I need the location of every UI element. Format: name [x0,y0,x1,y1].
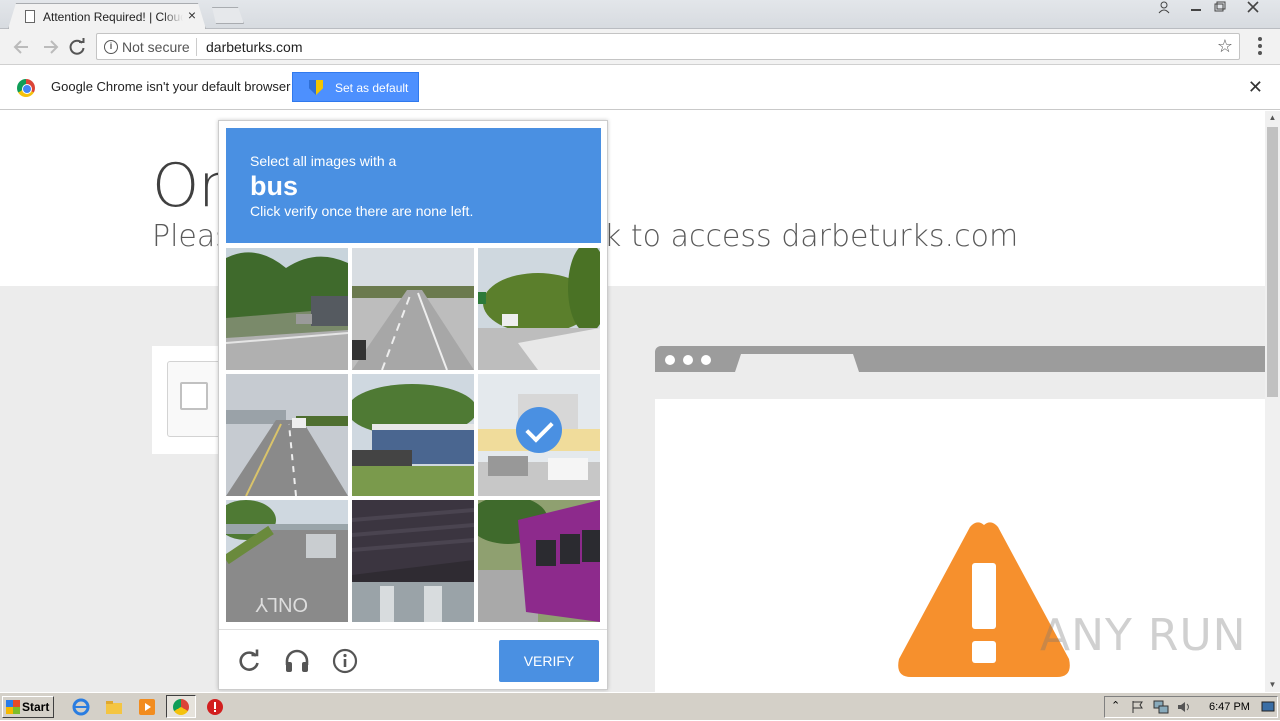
page-icon [25,10,35,23]
clock[interactable]: 6:47 PM [1209,701,1250,713]
arrow-right-icon[interactable] [40,37,60,57]
tile-selected-overlay [478,373,600,495]
verify-button[interactable]: VERIFY [499,640,599,682]
stop-icon[interactable] [206,698,224,716]
window-dot [665,355,675,365]
image-tile-road-car-trees[interactable] [226,374,348,496]
page-content: On Pleas k to access darbeturks.com [0,111,1265,692]
restore-icon[interactable] [1207,0,1233,18]
window-dot [701,355,711,365]
instruction-hint: Click verify once there are none left. [250,203,474,219]
checkmark-icon [516,407,562,453]
minimize-icon[interactable] [1183,0,1209,18]
infobar-close-icon[interactable]: ✕ [1248,77,1263,98]
scroll-down-icon[interactable]: ▼ [1265,678,1280,692]
set-as-default-label: Set as default [335,81,409,95]
watermark-logo: ANY RUN [1040,610,1247,661]
image-tile-purple-bus[interactable] [478,500,600,622]
image-tile-bridge-underside[interactable] [352,500,474,622]
window-dot [683,355,693,365]
infobar-message: Google Chrome isn't your default browser [51,79,291,94]
volume-icon[interactable] [1177,700,1193,714]
browser-toolbar: i Not secure darbeturks.com ☆ [0,29,1280,65]
chrome-logo-icon [17,79,35,97]
taskbar: Start ⌃ 6:47 PM [0,692,1280,720]
scroll-up-icon[interactable]: ▲ [1265,111,1280,125]
arrow-left-icon[interactable] [12,37,32,57]
illustration-tab [735,354,859,372]
tab-strip: Attention Required! | Cloudflare × [0,0,1280,29]
folder-icon[interactable] [105,698,123,716]
tab-title: Attention Required! | Cloudflare [43,10,183,24]
image-tile-road-only-marking[interactable]: ONLY [226,500,348,622]
browser-tab-active[interactable]: Attention Required! | Cloudflare × [8,3,206,29]
chrome-logo-icon [173,699,189,715]
address-bar[interactable]: i Not secure darbeturks.com ☆ [96,33,1240,60]
image-tile-highway-lanes[interactable] [352,248,474,370]
flag-icon[interactable] [1131,700,1145,714]
scroll-thumb[interactable] [1267,127,1278,397]
media-player-icon[interactable] [138,698,156,716]
divider [196,38,197,56]
menu-dots-icon[interactable] [1258,37,1262,57]
tab-close-icon[interactable]: × [185,7,199,25]
window-close-icon[interactable] [1240,0,1266,18]
url-text[interactable]: darbeturks.com [206,39,302,55]
system-tray: ⌃ 6:47 PM [1104,696,1278,718]
challenge-footer: VERIFY [219,629,607,689]
svg-text:ONLY: ONLY [255,593,308,615]
image-tile-street-trees-house[interactable] [226,248,348,370]
show-desktop-icon[interactable] [1261,700,1275,714]
reload-icon[interactable] [236,648,262,674]
start-label: Start [22,700,50,714]
instruction-line: Select all images with a [250,153,397,169]
info-icon[interactable]: i [104,40,118,54]
star-icon[interactable]: ☆ [1217,36,1233,57]
chrome-taskbar-button[interactable] [166,695,196,718]
headphones-icon[interactable] [284,648,310,674]
info-icon[interactable] [332,648,358,674]
chevron-up-icon[interactable]: ⌃ [1111,699,1120,712]
windows-logo-icon [6,700,20,714]
start-button[interactable]: Start [2,696,54,718]
target-object: bus [250,171,299,201]
default-browser-infobar: Google Chrome isn't your default browser… [0,65,1280,110]
profile-icon[interactable] [1151,0,1177,18]
reload-icon[interactable] [67,37,87,57]
shield-icon [309,80,323,95]
page-scrollbar[interactable]: ▲ ▼ [1265,111,1280,692]
network-icon[interactable] [1153,700,1169,714]
image-tile-road-trees-sign[interactable] [478,248,600,370]
internet-explorer-icon[interactable] [72,698,90,716]
new-tab-button[interactable] [212,7,244,24]
captcha-checkbox[interactable] [180,382,208,410]
security-label[interactable]: Not secure [122,39,190,55]
page-subheading-right: k to access darbeturks.com [604,219,1019,254]
challenge-header: Select all images with a bus Click verif… [226,128,601,243]
image-tile-parked-cars-building[interactable] [352,374,474,496]
set-as-default-button[interactable]: Set as default [292,72,419,102]
